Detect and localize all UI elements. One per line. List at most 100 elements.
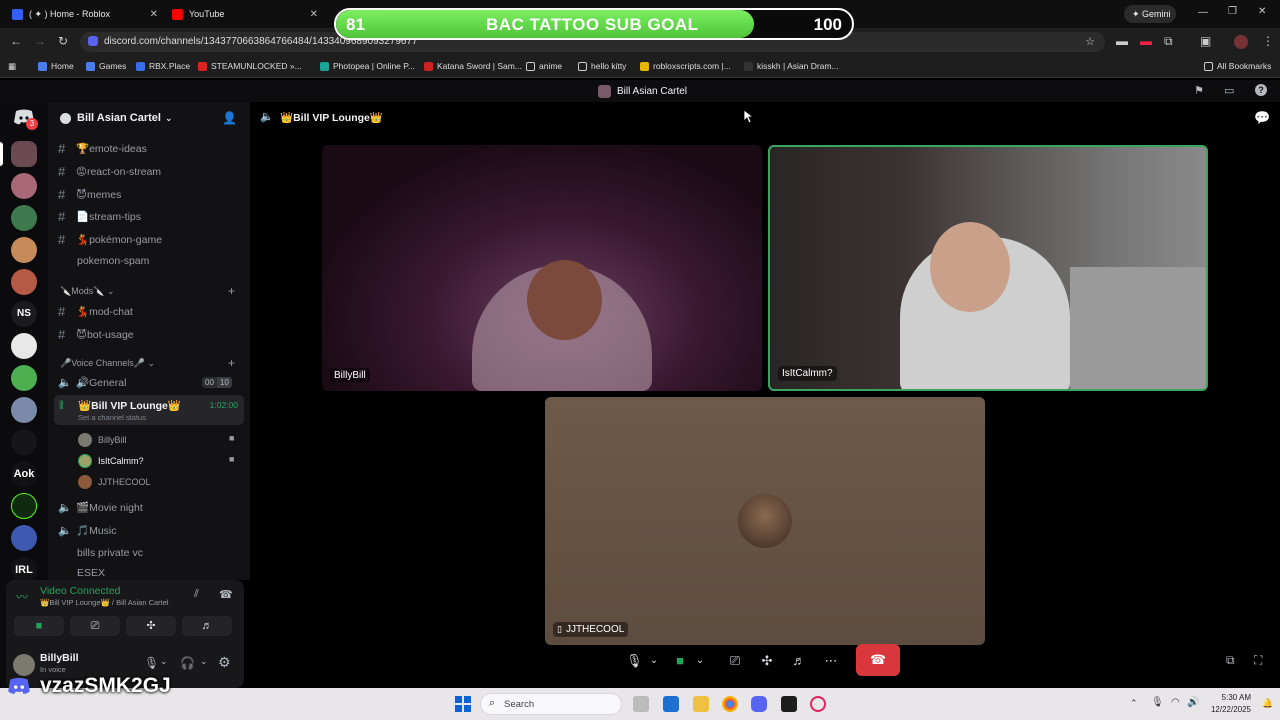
server-icon-kick[interactable] — [11, 493, 37, 519]
user-name[interactable]: BillyBill — [40, 652, 79, 664]
minimize-icon[interactable]: — — [1198, 7, 1208, 18]
chevron-down-icon[interactable]: ⌄ — [160, 656, 168, 667]
server-icon[interactable] — [11, 205, 37, 231]
camera-button[interactable]: ■ — [14, 616, 64, 636]
voice-member-isitcalmm[interactable]: IsItCalmm? — [78, 454, 144, 468]
wifi-icon[interactable]: ◠ — [1171, 697, 1180, 708]
chevron-down-icon[interactable]: ⌄ — [694, 648, 706, 674]
hang-up-button[interactable]: ☎ — [856, 644, 900, 676]
bookmark-hello-kitty[interactable]: hello kitty — [578, 61, 626, 71]
app-taskbar-icon[interactable] — [781, 696, 797, 712]
clock-time[interactable]: 5:30 AM — [1207, 693, 1251, 702]
bookmark-games[interactable]: Games — [86, 61, 126, 71]
help-icon[interactable]: ? — [1255, 84, 1267, 96]
back-icon[interactable]: ← — [10, 35, 22, 47]
apps-grid-icon[interactable]: ▦ — [8, 61, 16, 72]
bookmark-kisskh[interactable]: kisskh | Asian Dram... — [744, 61, 839, 71]
server-icon[interactable] — [11, 269, 37, 295]
screen-share-icon[interactable]: ⎚ — [724, 648, 746, 674]
tab-roblox[interactable]: ( ✦ ) Home - Roblox ✕ — [12, 4, 158, 24]
voice-channel-general[interactable]: 🔈 🔊General — [58, 376, 126, 389]
voice-member-billybill[interactable]: BillyBill — [78, 433, 127, 447]
site-info-icon[interactable] — [88, 36, 98, 46]
microphone-icon[interactable]: 🎙 — [1151, 697, 1164, 708]
voice-channel-bills-private-vc[interactable]: bills private vc — [77, 547, 143, 559]
channel-stream-tips[interactable]: # 📄stream-tips — [58, 209, 141, 224]
voice-location[interactable]: 👑Bill VIP Lounge👑 / Bill Asian Cartel — [40, 598, 169, 607]
noise-suppression-icon[interactable]: ⫽ — [194, 588, 199, 601]
chevron-down-icon[interactable]: ⌄ — [648, 648, 660, 674]
bookmark-rbxplace[interactable]: RBX.Place — [136, 61, 190, 71]
activities-button[interactable]: ✣ — [126, 616, 176, 636]
close-tab-icon[interactable]: ✕ — [310, 9, 318, 20]
category-voice-channels[interactable]: 🎤Voice Channels🎤 ⌄ — [60, 358, 155, 369]
activities-icon[interactable]: ✣ — [756, 648, 778, 674]
fullscreen-icon[interactable]: ⛶ — [1254, 653, 1262, 668]
chat-bubble-icon[interactable]: 💬 — [1254, 110, 1270, 126]
discord-taskbar-icon[interactable] — [751, 696, 767, 712]
discord-home-button[interactable]: 3 — [12, 108, 38, 130]
bookmark-photopea[interactable]: Photopea | Online P... — [320, 61, 415, 71]
voice-member-jjthecool[interactable]: JJTHECOOL — [78, 475, 151, 489]
bookmark-star-icon[interactable]: ☆ — [1085, 35, 1095, 48]
task-view-icon[interactable] — [633, 696, 649, 712]
add-channel-icon[interactable]: + — [228, 284, 235, 298]
category-mods[interactable]: 🔪Mods🔪 ⌄ — [60, 286, 114, 297]
headphones-icon[interactable]: 🎧 — [180, 656, 195, 670]
taskbar-search-box[interactable]: ⌕ Search — [480, 693, 622, 715]
extension-icon[interactable]: ▬ — [1116, 35, 1128, 47]
server-icon-ns[interactable]: NS — [11, 301, 37, 327]
signal-strength-icon[interactable]: 〰 — [16, 588, 28, 605]
profile-avatar[interactable] — [1234, 35, 1248, 49]
soundboard-button[interactable]: ♬ — [182, 616, 232, 636]
chevron-down-icon[interactable]: ⌄ — [200, 656, 208, 667]
video-tile-billybill[interactable]: BillyBill — [322, 145, 762, 391]
close-window-icon[interactable]: ✕ — [1258, 6, 1266, 17]
chrome-icon[interactable] — [722, 696, 738, 712]
server-icon[interactable] — [11, 173, 37, 199]
server-header[interactable]: Bill Asian Cartel ⌄ — [60, 112, 173, 124]
avatar[interactable] — [13, 654, 35, 676]
bookmark-all[interactable]: All Bookmarks — [1204, 61, 1271, 71]
disconnect-icon[interactable]: ☎ — [219, 588, 233, 601]
chevron-up-icon[interactable]: ⌃ — [1130, 698, 1138, 709]
gemini-button[interactable]: ✦ Gemini — [1124, 5, 1176, 23]
screen-share-button[interactable]: ⎚ — [70, 616, 120, 636]
volume-icon[interactable]: 🔊 — [1187, 697, 1199, 708]
chrome-menu-icon[interactable]: ⋮ — [1262, 35, 1274, 47]
add-friend-icon[interactable]: 👤 — [222, 111, 237, 125]
file-explorer-icon[interactable] — [693, 696, 709, 712]
restore-icon[interactable]: ❐ — [1228, 6, 1237, 17]
inbox-icon[interactable]: ▭ — [1224, 84, 1234, 97]
server-icon[interactable] — [11, 237, 37, 263]
flag-icon[interactable]: ⚑ — [1194, 84, 1204, 97]
voice-status[interactable]: Video Connected — [40, 585, 120, 597]
server-icon[interactable] — [11, 429, 37, 455]
microphone-icon[interactable]: 🎙 — [144, 656, 159, 670]
channel-mod-chat[interactable]: # 💃mod-chat — [58, 304, 133, 319]
channel-status[interactable]: Set a channel status — [78, 413, 146, 422]
forward-icon[interactable]: → — [34, 35, 46, 47]
server-icon[interactable] — [11, 525, 37, 551]
bookmark-katana[interactable]: Katana Sword | Sam... — [424, 61, 522, 71]
video-tile-jjthecool[interactable]: ▯ JJTHECOOL — [545, 397, 985, 645]
video-camera-icon[interactable]: ■ — [670, 648, 690, 674]
voice-channel-music[interactable]: 🔈 🎵Music — [58, 524, 117, 537]
channel-react-on-stream[interactable]: # 😡react-on-stream — [58, 164, 161, 179]
tab-youtube[interactable]: YouTube ✕ — [172, 4, 318, 24]
notification-bell-icon[interactable]: 🔔 — [1262, 698, 1273, 709]
clock-date[interactable]: 12/22/2025 — [1207, 705, 1251, 714]
side-panel-icon[interactable]: ▣ — [1200, 35, 1211, 47]
soundboard-icon[interactable]: ♬ — [788, 648, 810, 674]
channel-bot-usage[interactable]: # 😈bot-usage — [58, 327, 134, 342]
channel-memes[interactable]: # 😈memes — [58, 187, 121, 202]
bookmark-robloxscripts[interactable]: robloxscripts.com |... — [640, 61, 731, 71]
add-channel-icon[interactable]: + — [228, 356, 235, 370]
channel-pokemon-spam[interactable]: pokemon-spam — [77, 255, 149, 267]
pop-out-icon[interactable]: ⧉ — [1226, 653, 1235, 668]
voice-channel-bill-vip-lounge[interactable]: ⦀ 👑Bill VIP Lounge👑 1:02:00 Set a channe… — [54, 395, 244, 425]
opera-icon[interactable] — [810, 696, 826, 712]
voice-channel-movie-night[interactable]: 🔈 🎬Movie night — [58, 501, 143, 514]
server-icon-bill-asian-cartel[interactable] — [11, 141, 37, 167]
bookmark-steamunlocked[interactable]: STEAMUNLOCKED »... — [198, 61, 302, 71]
